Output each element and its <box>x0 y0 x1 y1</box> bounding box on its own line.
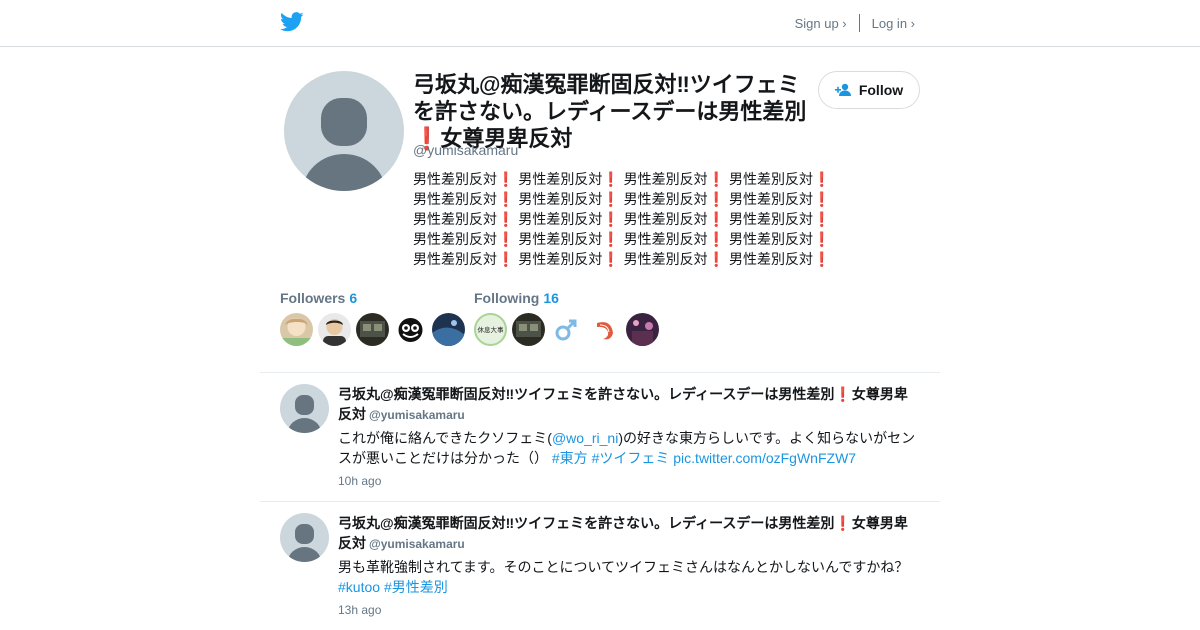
top-bar: Sign up › Log in › <box>0 0 1200 47</box>
followers-group: Followers 6 <box>280 290 465 346</box>
following-count: 16 <box>543 290 559 306</box>
following-avatar[interactable] <box>512 313 545 346</box>
hashtag-link[interactable]: #東方 <box>552 450 588 466</box>
follower-avatar[interactable] <box>318 313 351 346</box>
tweet-text: 男も革靴強制されてます。そのことについてツイフェミさんはなんとかしないんですかね… <box>338 559 909 595</box>
follower-avatar[interactable] <box>356 313 389 346</box>
pic-link[interactable]: pic.twitter.com/ozFgWnFZW7 <box>673 450 856 466</box>
mention-link[interactable]: @wo_ri_ni <box>552 430 618 446</box>
following-avatar[interactable] <box>626 313 659 346</box>
hashtag-link[interactable]: #男性差別 <box>384 579 448 595</box>
signup-link[interactable]: Sign up › <box>795 16 847 31</box>
bio-line: 男性差別反対❗ 男性差別反対❗ 男性差別反対❗ 男性差別反対❗ <box>413 191 831 207</box>
add-user-icon <box>834 83 851 96</box>
divider <box>260 372 940 373</box>
default-avatar-icon <box>287 395 322 433</box>
tweet-handle: @yumisakamaru <box>369 408 465 422</box>
shrimp-icon <box>597 322 613 340</box>
follow-label: Follow <box>858 82 904 98</box>
profile-name: 弓坂丸@痴漢冤罪断固反対‼ツイフェミを許さない。レディースデーは男性差別❗女尊男… <box>413 72 807 151</box>
bio-line: 男性差別反対❗ 男性差別反対❗ 男性差別反対❗ 男性差別反対❗ <box>413 231 831 247</box>
bio-line: 男性差別反対❗ 男性差別反対❗ 男性差別反対❗ 男性差別反対❗ <box>413 211 831 227</box>
follow-button[interactable]: Follow <box>818 71 920 109</box>
tweet-author[interactable]: 弓坂丸@痴漢冤罪断固反対‼ツイフェミを許さない。レディースデーは男性差別❗女尊男… <box>338 513 920 554</box>
following-avatar[interactable] <box>588 313 621 346</box>
following-avatar[interactable]: 休息大事 <box>474 313 507 346</box>
tweet-time[interactable]: 10h ago <box>338 474 381 488</box>
hashtag-link[interactable]: #ツイフェミ <box>592 450 670 466</box>
following-avatar[interactable] <box>550 313 583 346</box>
following-avatar-text: 休息大事 <box>478 325 505 334</box>
follower-avatar[interactable] <box>432 313 465 346</box>
following-group: Following 16 休息大事 <box>474 290 659 346</box>
nav-divider <box>858 14 860 32</box>
following-label[interactable]: Following 16 <box>474 290 559 306</box>
followers-count: 6 <box>349 290 358 306</box>
followers-avatars <box>280 313 470 346</box>
bio-line: 男性差別反対❗ 男性差別反対❗ 男性差別反対❗ 男性差別反対❗ <box>413 251 831 267</box>
male-symbol-icon <box>555 319 577 341</box>
tweet-avatar[interactable] <box>280 384 329 433</box>
tweet-author[interactable]: 弓坂丸@痴漢冤罪断固反対‼ツイフェミを許さない。レディースデーは男性差別❗女尊男… <box>338 384 920 425</box>
follower-avatar[interactable] <box>394 313 427 346</box>
profile-handle: @yumisakamaru <box>413 142 519 158</box>
default-avatar-icon <box>287 524 322 562</box>
bio-line: 男性差別反対❗ 男性差別反対❗ 男性差別反対❗ 男性差別反対❗ <box>413 171 831 187</box>
hashtag-link[interactable]: #kutoo <box>338 579 380 595</box>
tweet-text: これが俺に絡んできたクソフェミ(@wo_ri_ni)の好きな東方らしいです。よく… <box>338 430 916 466</box>
default-avatar-icon <box>302 98 386 191</box>
tweet-handle: @yumisakamaru <box>369 537 465 551</box>
profile-avatar[interactable] <box>284 71 404 191</box>
following-avatars: 休息大事 <box>474 313 664 346</box>
divider <box>260 501 940 502</box>
followers-label[interactable]: Followers 6 <box>280 290 357 306</box>
header-nav: Sign up › Log in › <box>795 14 915 32</box>
profile-bio: 男性差別反対❗ 男性差別反対❗ 男性差別反対❗ 男性差別反対❗ 男性差別反対❗ 男… <box>413 169 833 269</box>
twitter-bird-icon[interactable] <box>280 11 304 33</box>
login-link[interactable]: Log in › <box>872 16 915 31</box>
follower-avatar[interactable] <box>280 313 313 346</box>
tweet-avatar[interactable] <box>280 513 329 562</box>
tweet-time[interactable]: 13h ago <box>338 603 381 617</box>
